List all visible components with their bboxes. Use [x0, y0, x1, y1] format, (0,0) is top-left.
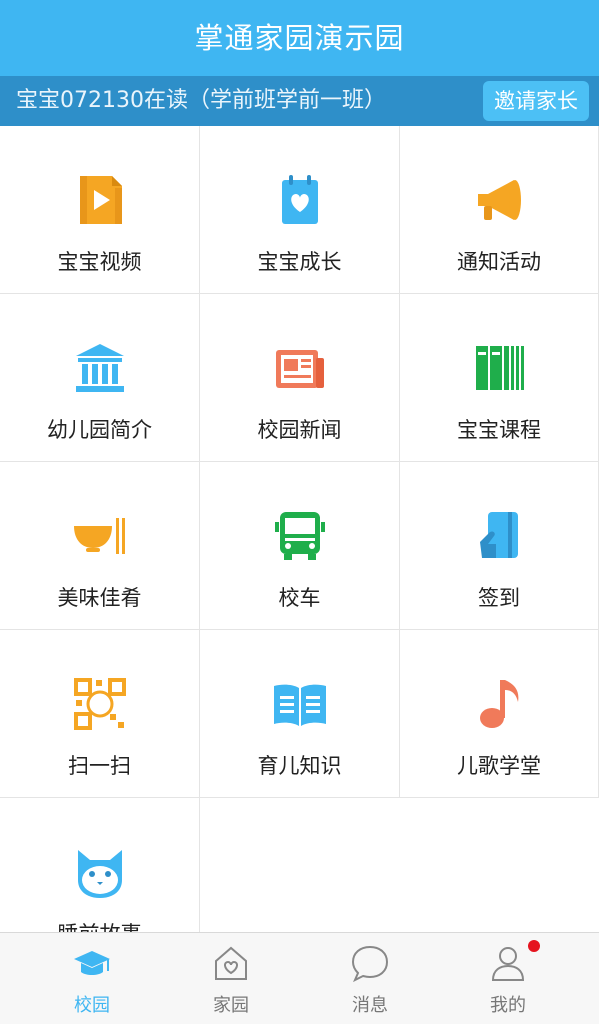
cat-icon: [72, 844, 128, 900]
feature-baby-video[interactable]: 宝宝视频: [0, 126, 200, 294]
home-heart-icon: [211, 943, 251, 983]
newspaper-icon: [272, 340, 328, 396]
feature-label: 签到: [478, 586, 520, 610]
music-note-icon: [472, 676, 528, 732]
tab-label: 我的: [490, 995, 526, 1016]
tab-home[interactable]: 家园: [156, 933, 306, 1024]
tab-label: 消息: [352, 995, 388, 1016]
feature-label: 扫一扫: [68, 754, 131, 778]
feature-delicious-food[interactable]: 美味佳肴: [0, 462, 200, 630]
card-swipe-icon: [472, 508, 528, 564]
bowl-chopsticks-icon: [72, 508, 128, 564]
feature-label: 幼儿园简介: [47, 418, 152, 442]
qr-scan-icon: [72, 676, 128, 732]
tab-messages[interactable]: 消息: [295, 933, 445, 1024]
feature-baby-growth[interactable]: 宝宝成长: [200, 126, 400, 294]
growth-notebook-icon: [272, 172, 328, 228]
feature-label: 校车: [278, 586, 321, 610]
feature-label: 育儿知识: [257, 754, 342, 778]
invite-parent-button[interactable]: 邀请家长: [483, 81, 589, 121]
feature-bedtime-stories[interactable]: 睡前故事: [0, 798, 200, 932]
feature-grid: 宝宝视频 宝宝成长 通知活动 幼儿园简介 校园新闻 宝宝课程 美味佳肴 校车 签…: [0, 126, 599, 932]
feature-label: 儿歌学堂: [457, 754, 541, 778]
megaphone-icon: [472, 172, 528, 228]
feature-parenting-knowledge[interactable]: 育儿知识: [200, 630, 400, 798]
notification-badge: [528, 940, 540, 952]
open-book-icon: [272, 676, 328, 732]
feature-label: 通知活动: [457, 250, 541, 274]
feature-kindergarten-intro[interactable]: 幼儿园简介: [0, 294, 200, 462]
child-info-bar: 宝宝072130在读（学前班学前一班） 邀请家长: [0, 76, 599, 126]
page-title: 掌通家园演示园: [194, 21, 405, 55]
school-building-icon: [72, 340, 128, 396]
bus-icon: [272, 508, 328, 564]
person-icon: [488, 943, 528, 983]
feature-label: 校园新闻: [257, 418, 342, 442]
video-icon: [72, 172, 128, 228]
feature-school-bus[interactable]: 校车: [200, 462, 400, 630]
feature-label: 睡前故事: [0, 918, 199, 932]
tab-campus[interactable]: 校园: [17, 933, 167, 1024]
app-title-bar: 掌通家园演示园: [0, 0, 599, 76]
feature-baby-courses[interactable]: 宝宝课程: [400, 294, 599, 462]
feature-label: 美味佳肴: [57, 586, 142, 610]
tab-label: 校园: [74, 995, 110, 1016]
bottom-tab-bar: 校园 家园 消息 我的: [0, 932, 599, 1024]
child-enrollment-info: 宝宝072130在读（学前班学前一班）: [16, 88, 386, 113]
chat-bubble-icon: [350, 943, 390, 983]
graduation-cap-icon: [72, 943, 112, 983]
feature-label: 宝宝课程: [457, 418, 541, 442]
feature-notices[interactable]: 通知活动: [400, 126, 599, 294]
feature-nursery-rhymes[interactable]: 儿歌学堂: [400, 630, 599, 798]
feature-label: 宝宝成长: [257, 250, 342, 274]
feature-sign-in[interactable]: 签到: [400, 462, 599, 630]
tab-label: 家园: [213, 995, 249, 1016]
feature-campus-news[interactable]: 校园新闻: [200, 294, 400, 462]
feature-label: 宝宝视频: [57, 250, 142, 274]
books-icon: [472, 340, 528, 396]
tab-mine[interactable]: 我的: [433, 933, 583, 1024]
feature-scan[interactable]: 扫一扫: [0, 630, 200, 798]
